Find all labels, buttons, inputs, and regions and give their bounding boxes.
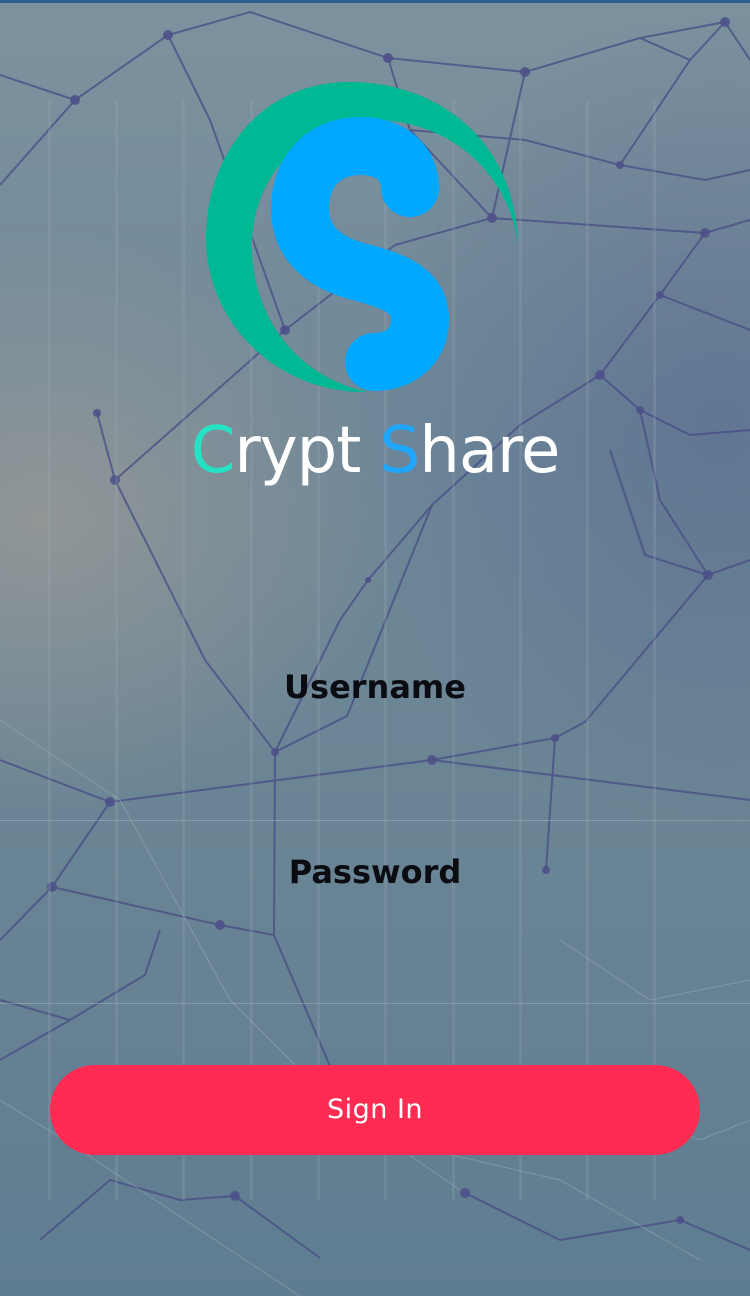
crypt-share-logo-icon: [206, 82, 518, 393]
password-label: Password: [288, 853, 462, 891]
password-field[interactable]: Password: [0, 853, 750, 891]
username-underline: [0, 820, 750, 821]
brand-word-rest-2: hare: [419, 414, 560, 488]
brand-initial-c: C: [190, 414, 236, 488]
username-field[interactable]: Username: [0, 668, 750, 706]
login-screen: Crypt Share Username Password Sign In: [0, 0, 750, 1296]
brand-title: Crypt Share: [0, 414, 750, 488]
sign-in-button[interactable]: Sign In: [50, 1065, 700, 1155]
username-label: Username: [284, 668, 466, 706]
brand-initial-s: S: [379, 414, 421, 488]
password-underline: [0, 1003, 750, 1004]
brand-word-rest-1: rypt: [234, 414, 380, 488]
